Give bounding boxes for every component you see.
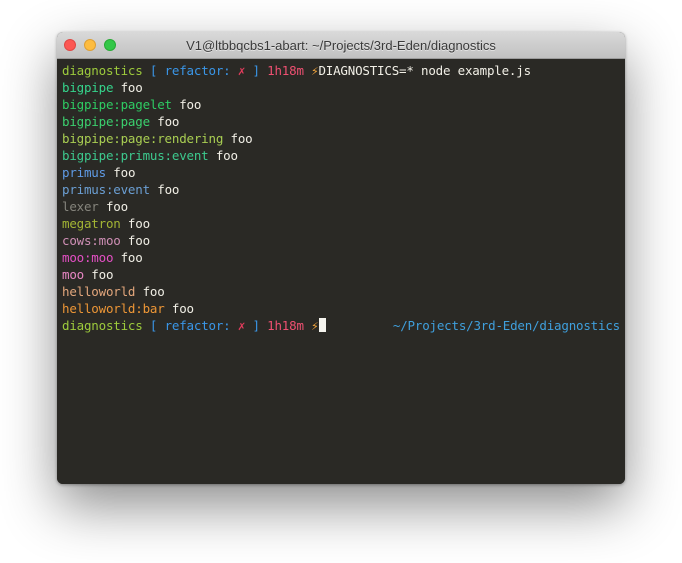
terminal-text-segment: cows:moo — [62, 233, 121, 248]
terminal-text-segment: foo — [99, 199, 128, 214]
terminal-text-segment: bigpipe:primus:event — [62, 148, 209, 163]
terminal-line: primus foo — [62, 164, 620, 181]
terminal-line: lexer foo — [62, 198, 620, 215]
terminal-line: diagnostics [ refactor: ✗ ] 1h18m ⚡DIAGN… — [62, 62, 620, 79]
terminal-text-segment: foo — [106, 165, 135, 180]
terminal-window: V1@ltbbqcbs1-abart: ~/Projects/3rd-Eden/… — [57, 32, 625, 484]
terminal-line: moo foo — [62, 266, 620, 283]
terminal-text-segment: bigpipe — [62, 80, 113, 95]
terminal-text-segment: foo — [84, 267, 113, 282]
terminal-text-segment: ] — [245, 318, 267, 333]
close-button[interactable] — [64, 39, 76, 51]
terminal-line: bigpipe:pagelet foo — [62, 96, 620, 113]
zoom-button[interactable] — [104, 39, 116, 51]
terminal-line: primus:event foo — [62, 181, 620, 198]
terminal-text-segment: foo — [113, 250, 142, 265]
terminal-line: moo:moo foo — [62, 249, 620, 266]
terminal-text-segment: [ refactor: — [150, 63, 238, 78]
terminal-text-segment: 1h18m — [267, 63, 311, 78]
terminal-text-segment: bigpipe:page — [62, 114, 150, 129]
terminal-text-segment: foo — [150, 182, 179, 197]
terminal-text-segment: primus — [62, 165, 106, 180]
terminal-text-segment: foo — [121, 233, 150, 248]
terminal-line: bigpipe:primus:event foo — [62, 147, 620, 164]
terminal-line: bigpipe foo — [62, 79, 620, 96]
terminal-text-segment: foo — [150, 114, 179, 129]
terminal-text-segment: diagnostics — [62, 318, 150, 333]
terminal-text-segment: foo — [209, 148, 238, 163]
terminal-text-segment: helloworld:bar — [62, 301, 165, 316]
terminal-text-segment: moo — [62, 267, 84, 282]
terminal-text-segment: diagnostics — [62, 63, 150, 78]
terminal-line: helloworld foo — [62, 283, 620, 300]
terminal-text-segment: moo:moo — [62, 250, 113, 265]
terminal-text-segment: helloworld — [62, 284, 135, 299]
terminal-text-segment: foo — [165, 301, 194, 316]
terminal-text-segment: 1h18m — [267, 318, 311, 333]
terminal-line: bigpipe:page foo — [62, 113, 620, 130]
terminal-text-segment: [ refactor: — [150, 318, 238, 333]
terminal-text-segment: foo — [113, 80, 142, 95]
terminal-text-segment: ] — [245, 63, 267, 78]
window-titlebar[interactable]: V1@ltbbqcbs1-abart: ~/Projects/3rd-Eden/… — [57, 32, 625, 59]
terminal-text-segment: primus:event — [62, 182, 150, 197]
terminal-line: diagnostics [ refactor: ✗ ] 1h18m ⚡~/Pro… — [62, 317, 620, 334]
minimize-button[interactable] — [84, 39, 96, 51]
traffic-lights — [64, 32, 116, 58]
terminal-text-segment: foo — [121, 216, 150, 231]
right-prompt-path: ~/Projects/3rd-Eden/diagnostics — [393, 317, 620, 334]
terminal-text-segment: bigpipe:page:rendering — [62, 131, 223, 146]
terminal-line: bigpipe:page:rendering foo — [62, 130, 620, 147]
terminal-line: megatron foo — [62, 215, 620, 232]
terminal-text-segment: foo — [135, 284, 164, 299]
terminal-line: cows:moo foo — [62, 232, 620, 249]
terminal-line: helloworld:bar foo — [62, 300, 620, 317]
terminal-text-segment: lexer — [62, 199, 99, 214]
window-title: V1@ltbbqcbs1-abart: ~/Projects/3rd-Eden/… — [186, 38, 496, 53]
terminal-text-segment: foo — [223, 131, 252, 146]
terminal-text-segment: megatron — [62, 216, 121, 231]
terminal-text-segment: foo — [172, 97, 201, 112]
terminal-text-segment: DIAGNOSTICS=* node example.js — [318, 63, 530, 78]
terminal-text-segment: ⚡ — [311, 318, 318, 333]
terminal-cursor — [319, 318, 326, 332]
terminal-text-segment: bigpipe:pagelet — [62, 97, 172, 112]
terminal-screen[interactable]: diagnostics [ refactor: ✗ ] 1h18m ⚡DIAGN… — [57, 59, 625, 484]
